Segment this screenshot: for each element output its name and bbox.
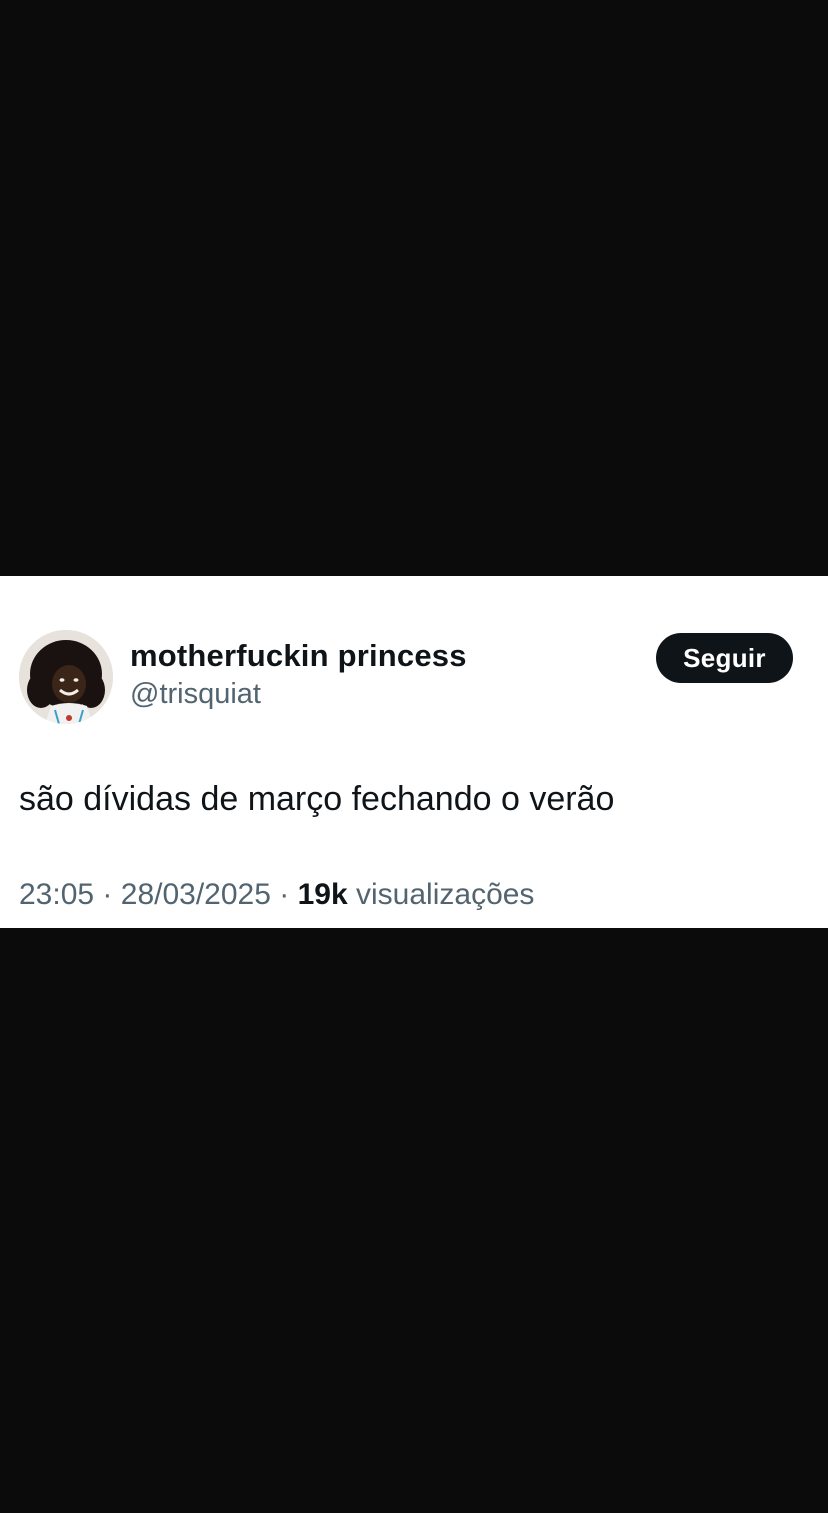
separator: · — [102, 878, 113, 911]
separator: · — [279, 878, 290, 911]
avatar[interactable] — [19, 630, 113, 724]
tweet-date[interactable]: 28/03/2025 — [121, 878, 271, 911]
top-black-area — [0, 0, 828, 576]
tweet-card: motherfuckin princess @trisquiat Seguir … — [0, 576, 828, 928]
tweet-text: são dívidas de março fechando o verão — [19, 780, 615, 818]
display-name[interactable]: motherfuckin princess — [130, 638, 467, 674]
follow-button[interactable]: Seguir — [656, 633, 793, 683]
user-handle[interactable]: @trisquiat — [130, 678, 261, 711]
tweet-meta: 23:05 · 28/03/2025 · 19k visualizações — [19, 878, 534, 912]
bottom-black-area — [0, 928, 828, 1513]
views-label: visualizações — [356, 878, 535, 911]
tweet-time[interactable]: 23:05 — [19, 878, 94, 911]
avatar-image — [19, 630, 113, 724]
views-count: 19k — [297, 878, 348, 911]
